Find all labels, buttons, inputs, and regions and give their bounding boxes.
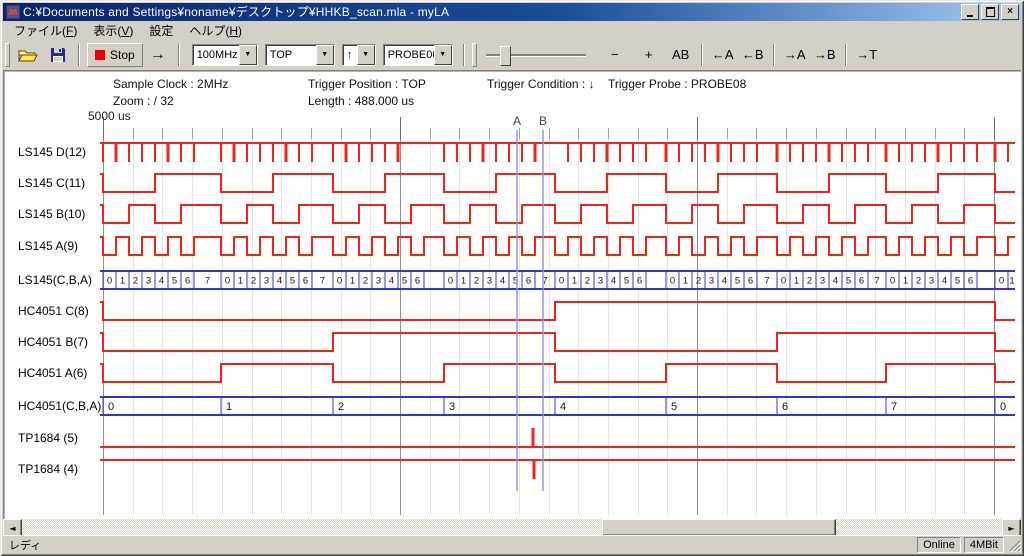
zoom-out-button[interactable]: − (600, 43, 630, 67)
zoom-slider[interactable] (486, 44, 586, 66)
status-message: レディ (3, 536, 914, 553)
menu-help[interactable]: ヘルプ(H) (181, 21, 250, 40)
channel-label[interactable]: LS145 D(12) (18, 144, 102, 160)
menu-file[interactable]: ファイル(F) (6, 21, 85, 40)
open-file-button[interactable] (13, 43, 43, 67)
toolbar-separator (178, 44, 180, 66)
toolbar-gripper[interactable] (5, 43, 10, 67)
time-division-label: 5000 us (88, 109, 131, 123)
menu-label-part: ファイル( (14, 24, 66, 38)
marker-a-label[interactable]: A (511, 114, 523, 128)
toolbar-gripper[interactable] (472, 43, 477, 67)
channel-label[interactable]: HC4051 A(6) (18, 365, 102, 381)
channel-label[interactable]: HC4051(C,B,A) (18, 398, 102, 414)
toolbar-separator (463, 44, 465, 66)
status-bar: レディ Online 4MBit (3, 535, 1021, 553)
trigger-position-value: TOP (266, 45, 316, 65)
app-window: C:¥Documents and Settings¥noname¥デスクトップ¥… (0, 0, 1024, 556)
zoom-in-button[interactable]: + (634, 43, 664, 67)
set-marker-a-button[interactable]: →A (780, 43, 810, 67)
trigger-edge-value: ↑ (343, 45, 357, 65)
waveform-client-area[interactable] (3, 70, 1021, 519)
menu-settings[interactable]: 設定 (141, 21, 181, 40)
dropdown-arrow-icon[interactable]: ▼ (434, 45, 452, 65)
dropdown-arrow-icon[interactable]: ▼ (357, 45, 375, 65)
channel-label[interactable]: LS145 B(10) (18, 206, 102, 222)
menu-label-part: 設定 (149, 24, 173, 38)
info-sample-clock: Sample Clock : 2MHz (113, 77, 228, 91)
stop-icon (95, 50, 105, 60)
menu-key: H (229, 24, 238, 38)
stop-button[interactable]: Stop (87, 43, 143, 67)
toolbar-separator (701, 44, 703, 66)
app-icon (6, 5, 20, 19)
sample-clock-combo[interactable]: 100MHz ▼ (192, 44, 258, 66)
info-zoom: Zoom : / 32 (113, 94, 174, 108)
stop-label: Stop (110, 48, 135, 62)
dropdown-arrow-icon[interactable]: ▼ (239, 45, 257, 65)
toolbar-separator (845, 44, 847, 66)
channel-label[interactable]: LS145 C(11) (18, 175, 102, 191)
channel-label[interactable]: TP1684 (5) (18, 430, 102, 446)
trigger-probe-value: PROBE00 (384, 45, 434, 65)
toolbar-separator (78, 44, 80, 66)
menu-view[interactable]: 表示(V) (85, 21, 141, 40)
status-memory-badge: 4MBit (964, 537, 1004, 553)
channel-label[interactable]: HC4051 C(8) (18, 303, 102, 319)
info-trigger-position: Trigger Position : TOP (308, 77, 426, 91)
save-floppy-icon (50, 47, 66, 63)
title-bar[interactable]: C:¥Documents and Settings¥noname¥デスクトップ¥… (3, 3, 1021, 21)
menu-bar: ファイル(F) 表示(V) 設定 ヘルプ(H) (3, 21, 1021, 39)
menu-label-part: ) (73, 24, 77, 38)
save-button[interactable] (43, 43, 73, 67)
close-button[interactable]: × (1001, 4, 1019, 20)
trigger-edge-combo[interactable]: ↑ ▼ (342, 44, 376, 66)
run-button[interactable]: → (143, 43, 173, 67)
resize-grip[interactable] (1006, 537, 1021, 552)
zoom-slider-thumb[interactable] (500, 46, 511, 66)
scrollbar-thumb[interactable] (602, 519, 836, 536)
set-marker-b-button[interactable]: →B (810, 43, 840, 67)
marker-b-label[interactable]: B (537, 114, 549, 128)
maximize-icon (986, 7, 995, 17)
zoom-ab-button[interactable]: AB (666, 43, 696, 67)
window-title: C:¥Documents and Settings¥noname¥デスクトップ¥… (23, 3, 959, 21)
menu-label-part: ヘルプ( (189, 24, 229, 38)
open-folder-icon (18, 47, 38, 63)
channel-label[interactable]: HC4051 B(7) (18, 334, 102, 350)
menu-label-part: 表示( (93, 24, 121, 38)
goto-marker-b-button[interactable]: ←B (738, 43, 768, 67)
trigger-probe-combo[interactable]: PROBE00 ▼ (383, 44, 453, 66)
sample-clock-value: 100MHz (193, 45, 239, 65)
info-trigger-probe: Trigger Probe : PROBE08 (608, 77, 746, 91)
status-online-badge: Online (917, 537, 961, 553)
toolbar-separator (773, 44, 775, 66)
channel-label[interactable]: LS145(C,B,A) (18, 272, 102, 288)
toolbar: Stop → 100MHz ▼ TOP ▼ ↑ ▼ PROBE00 ▼ − + … (3, 39, 1021, 71)
channel-label[interactable]: LS145 A(9) (18, 238, 102, 254)
scrollbar-track[interactable] (22, 519, 1002, 536)
menu-label-part: ) (129, 24, 133, 38)
maximize-button[interactable] (981, 4, 999, 20)
trigger-position-combo[interactable]: TOP ▼ (265, 44, 335, 66)
minimize-button[interactable] (961, 4, 979, 20)
info-length: Length : 488.000 us (308, 94, 414, 108)
minimize-icon (967, 15, 973, 17)
menu-label-part: ) (238, 24, 242, 38)
goto-trigger-button[interactable]: →T (852, 43, 882, 67)
goto-marker-a-button[interactable]: ←A (708, 43, 738, 67)
dropdown-arrow-icon[interactable]: ▼ (316, 45, 334, 65)
horizontal-scrollbar[interactable]: ◄ ► (3, 519, 1021, 536)
info-trigger-condition: Trigger Condition : ↓ (487, 77, 595, 91)
channel-label[interactable]: TP1684 (4) (18, 461, 102, 477)
